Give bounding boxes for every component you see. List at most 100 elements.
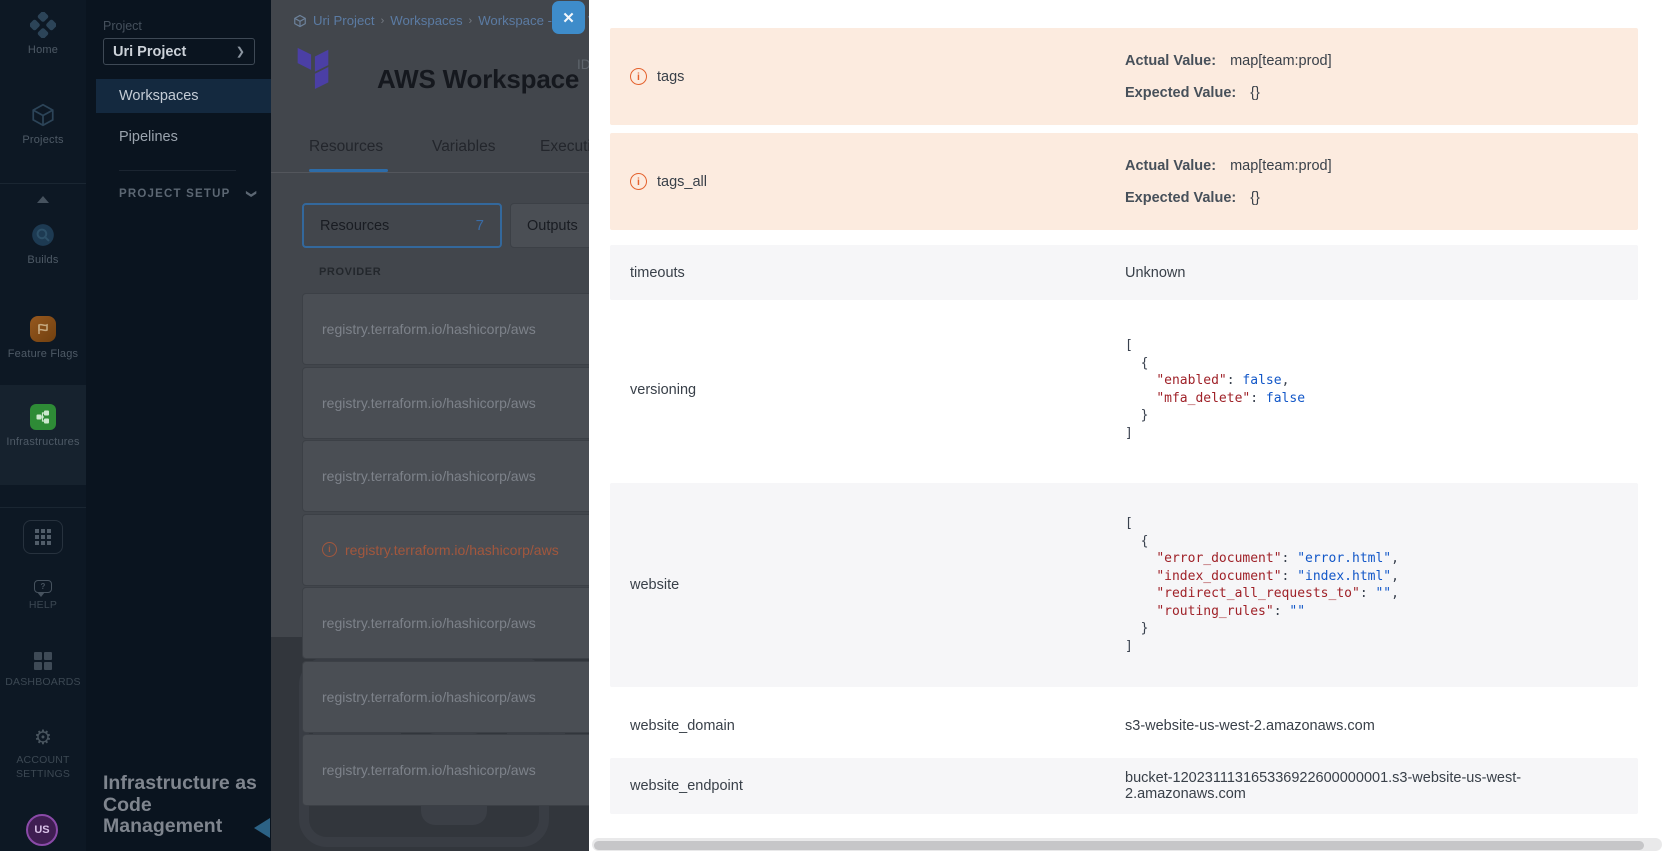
collapse-up-icon[interactable] — [37, 196, 49, 203]
help-chat-icon: ? — [34, 580, 52, 593]
project-setup-label: PROJECT SETUP — [119, 188, 230, 200]
table-row[interactable]: registry.terraform.io/hashicorp/aws — [302, 367, 589, 439]
attribute-json-value: [ { "error_document": "error.html", "ind… — [1125, 515, 1399, 655]
page-title: AWS Workspace — [377, 64, 579, 95]
expected-value: {} — [1250, 190, 1260, 206]
attribute-row-timeouts: timeouts Unknown — [610, 245, 1638, 300]
project-setup-toggle[interactable]: PROJECT SETUP ❯ — [119, 188, 256, 200]
cube-icon — [293, 14, 307, 28]
attribute-row-website_endpoint: website_endpoint bucket-12023111316533692… — [610, 758, 1638, 814]
horizontal-scrollbar-thumb[interactable] — [594, 841, 1644, 850]
workspace-id-label: ID — [577, 57, 589, 72]
breadcrumb-separator: › — [469, 15, 473, 27]
attribute-name: itags — [610, 68, 1125, 85]
attribute-value: bucket-120231113165336922600000001.s3-we… — [1125, 770, 1638, 802]
background-arrow-shape — [254, 818, 270, 838]
attribute-name-text: tags — [657, 69, 684, 85]
sidebar-divider — [119, 170, 236, 171]
attribute-list: itagsActual Value:map[team:prod]Expected… — [610, 0, 1638, 814]
tab-variables[interactable]: Variables — [432, 138, 495, 156]
project-selector[interactable]: Uri Project ❯ — [103, 38, 255, 65]
table-row[interactable]: registry.terraform.io/hashicorp/aws — [302, 734, 589, 806]
attribute-name: itags_all — [610, 173, 1125, 190]
expected-value-line: Expected Value:{} — [1125, 85, 1332, 101]
sidebar-item-label: Pipelines — [119, 129, 178, 145]
sidebar-item-workspaces[interactable]: Workspaces — [96, 79, 271, 113]
sidebar-item-label: Feature Flags — [8, 348, 78, 360]
attribute-row-tags_all: itags_allActual Value: map[team:prod] Expe… — [610, 133, 1638, 230]
sidebar-item-help[interactable]: ? HELP — [0, 580, 86, 611]
sidebar-item-account-settings[interactable]: ⚙ ACCOUNT SETTINGS — [0, 728, 86, 780]
home-icon — [30, 12, 56, 38]
dashboards-icon — [34, 652, 52, 670]
expected-value-line: Expected Value: {} — [1125, 190, 1332, 206]
attribute-name: versioning — [610, 382, 1125, 398]
infrastructures-icon — [30, 404, 56, 430]
table-row[interactable]: registry.terraform.io/hashicorp/aws — [302, 587, 589, 659]
attribute-row-versioning: versioning[ { "enabled": false, "mfa_del… — [610, 306, 1638, 473]
resources-count-badge: 7 — [476, 217, 484, 234]
sidebar-item-pipelines[interactable]: Pipelines — [96, 120, 271, 154]
attribute-name-text: timeouts — [630, 265, 685, 281]
grid-icon — [35, 529, 51, 545]
resources-count-card[interactable]: Resources 7 — [302, 203, 502, 248]
sidebar-item-dashboards[interactable]: DASHBOARDS — [0, 652, 86, 688]
attribute-name-text: versioning — [630, 382, 696, 398]
table-row[interactable]: i registry.terraform.io/hashicorp/aws — [302, 514, 589, 586]
close-modal-button[interactable]: ✕ — [552, 1, 585, 34]
sidebar-item-builds[interactable]: Builds — [0, 222, 86, 266]
breadcrumb-project-link[interactable]: Uri Project — [313, 13, 375, 28]
sidebar-item-feature-flags[interactable]: Feature Flags — [0, 316, 86, 360]
attribute-name-text: website — [630, 577, 679, 593]
apps-grid-button[interactable] — [23, 520, 63, 554]
sidebar-item-label: Workspaces — [119, 88, 199, 104]
main-content: Uri Project › Workspaces › Workspace - A… — [271, 0, 589, 851]
sidebar-item-infrastructures[interactable]: Infrastructures — [0, 404, 86, 448]
card-label: Outputs — [527, 218, 578, 234]
table-row[interactable]: registry.terraform.io/hashicorp/aws — [302, 661, 589, 733]
drift-values: Actual Value:map[team:prod]Expected Valu… — [1125, 53, 1332, 101]
attribute-row-website: website [ { "error_document": "error.html… — [610, 483, 1638, 687]
attribute-name-text: website_endpoint — [630, 778, 743, 794]
table-row[interactable]: registry.terraform.io/hashicorp/aws — [302, 293, 589, 365]
actual-value-label: Actual Value: — [1125, 158, 1216, 174]
terraform-logo — [293, 44, 333, 90]
outputs-card[interactable]: Outputs — [510, 203, 589, 248]
sidebar-item-label: Projects — [22, 134, 63, 146]
actual-value: map[team:prod] — [1230, 53, 1332, 69]
user-avatar[interactable]: US — [26, 814, 58, 846]
attribute-value: Unknown — [1125, 265, 1185, 281]
sidebar-item-label: Home — [28, 44, 58, 56]
sidebar-item-label: Builds — [27, 254, 58, 266]
sidebar-item-label: ACCOUNT — [16, 754, 69, 766]
attribute-name: timeouts — [610, 265, 1125, 281]
table-row[interactable]: registry.terraform.io/hashicorp/aws — [302, 440, 589, 512]
sidebar-item-projects[interactable]: Projects — [0, 102, 86, 146]
drift-info-icon: i — [322, 542, 337, 557]
drift-info-icon: i — [630, 68, 647, 85]
provider-cell: registry.terraform.io/hashicorp/aws — [322, 689, 536, 705]
actual-value: map[team:prod] — [1230, 158, 1332, 174]
attribute-name: website — [610, 577, 1125, 593]
product-tagline: Infrastructure as Code Management — [103, 773, 265, 838]
icon-rail: Home Projects Builds Feature Flags — [0, 0, 86, 851]
sidebar-item-home[interactable]: Home — [0, 12, 86, 56]
sidebar-item-label: SETTINGS — [16, 768, 70, 780]
provider-column-header: PROVIDER — [319, 266, 381, 278]
expected-value-label: Expected Value: — [1125, 190, 1236, 206]
chevron-down-icon: ❯ — [246, 189, 257, 199]
breadcrumb-workspaces-link[interactable]: Workspaces — [390, 13, 462, 28]
rail-divider — [0, 507, 86, 508]
attribute-name: website_domain — [610, 718, 1125, 734]
tab-resources[interactable]: Resources — [309, 138, 383, 156]
gear-icon: ⚙ — [34, 728, 52, 748]
projects-icon — [30, 102, 56, 128]
expected-value: {} — [1250, 85, 1260, 101]
provider-cell: registry.terraform.io/hashicorp/aws — [345, 542, 559, 558]
project-sidebar: Project Uri Project ❯ Workspaces Pipelin… — [86, 0, 271, 851]
provider-cell: registry.terraform.io/hashicorp/aws — [322, 395, 536, 411]
tab-executions[interactable]: Executions — [540, 138, 589, 156]
sidebar-item-label: Infrastructures — [6, 436, 79, 448]
provider-table: registry.terraform.io/hashicorp/aws regis… — [302, 293, 589, 808]
card-label: Resources — [320, 218, 389, 234]
